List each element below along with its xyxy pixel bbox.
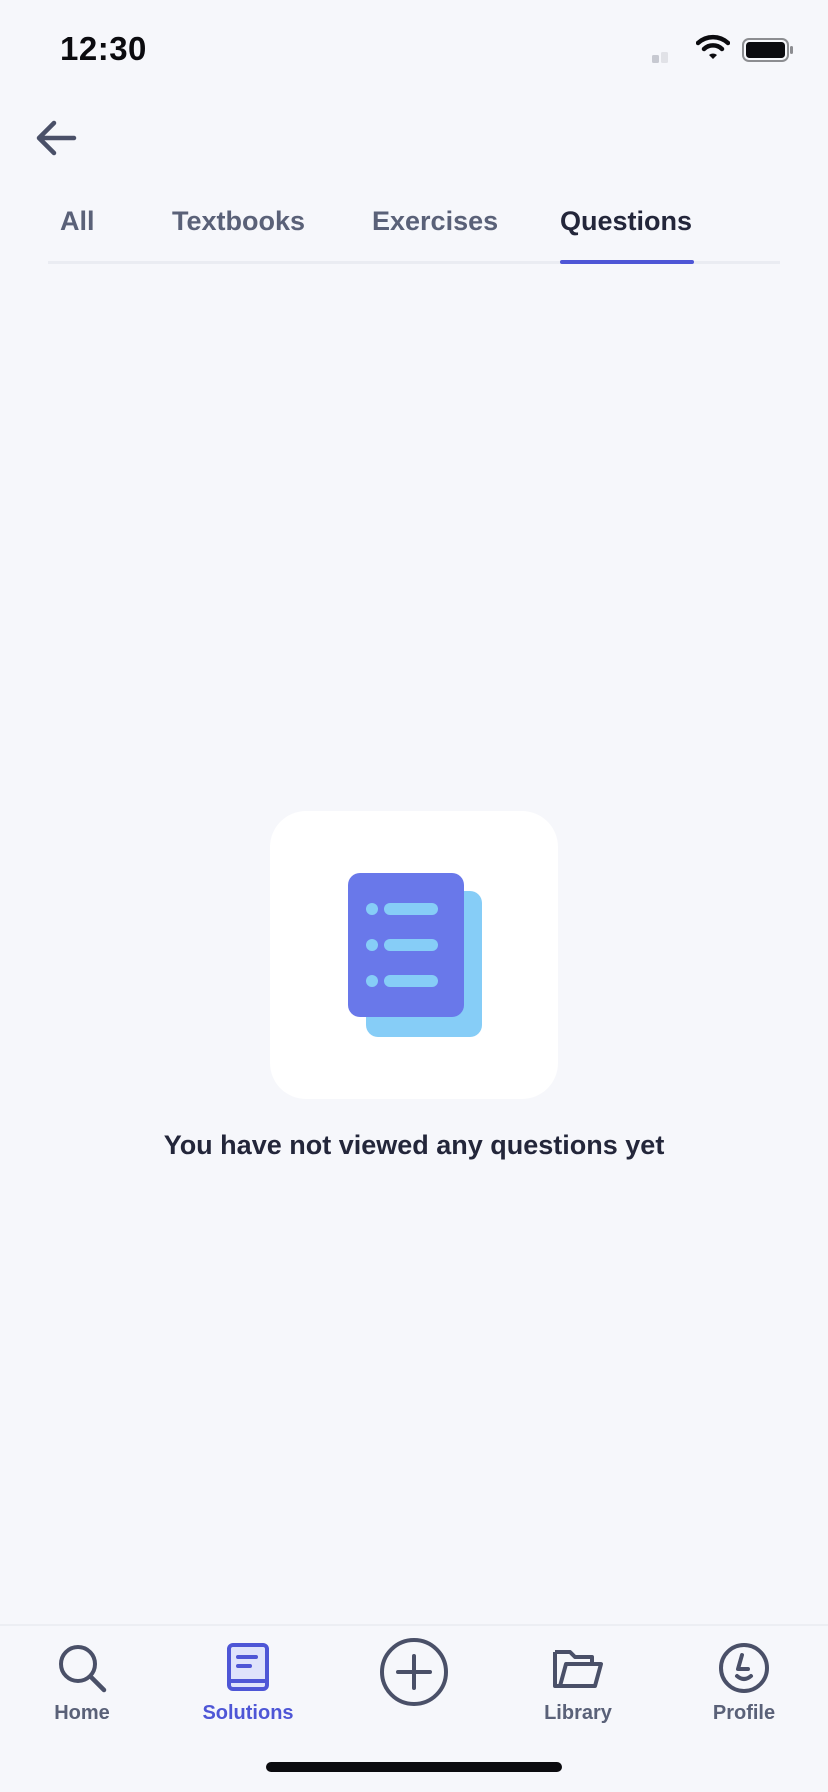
list-line	[384, 939, 438, 951]
nav-profile-label: Profile	[712, 1702, 776, 1724]
empty-state-card	[270, 811, 558, 1099]
tab-bar: All Textbooks Exercises Questions	[48, 196, 780, 264]
battery-icon	[742, 38, 794, 67]
document-front-sheet	[348, 873, 464, 1017]
status-time: 12:30	[60, 30, 147, 67]
list-bullet	[366, 975, 378, 987]
nav-library[interactable]: Library	[508, 1640, 648, 1750]
nav-home[interactable]: Home	[12, 1640, 152, 1750]
status-bar: 12:30	[0, 0, 828, 100]
list-bullet	[366, 939, 378, 951]
tab-questions[interactable]: Questions	[560, 206, 692, 237]
arrow-left-icon	[36, 120, 77, 156]
back-button[interactable]	[30, 112, 86, 164]
signal-icon	[652, 50, 682, 68]
search-icon	[59, 1645, 107, 1693]
solutions-book-icon	[227, 1643, 269, 1691]
list-line	[384, 903, 438, 915]
nav-profile[interactable]: Profile	[674, 1640, 814, 1750]
active-tab-indicator	[560, 260, 694, 264]
nav-add-button[interactable]	[344, 1636, 484, 1746]
nav-solutions-label: Solutions	[202, 1702, 294, 1724]
tab-exercises[interactable]: Exercises	[372, 206, 498, 237]
screen: 12:30 All Textbooks Exercises Questions …	[0, 0, 828, 1792]
tab-textbooks[interactable]: Textbooks	[172, 206, 305, 237]
nav-home-label: Home	[54, 1702, 110, 1724]
add-icon	[380, 1638, 448, 1706]
list-bullet	[366, 903, 378, 915]
nav-solutions[interactable]: Solutions	[178, 1640, 318, 1750]
tab-all[interactable]: All	[60, 206, 95, 237]
list-line	[384, 975, 438, 987]
wifi-icon	[695, 34, 731, 65]
folder-icon	[553, 1650, 603, 1688]
profile-icon	[719, 1643, 769, 1693]
home-indicator	[266, 1762, 562, 1772]
nav-library-label: Library	[544, 1702, 612, 1724]
empty-state-message: You have not viewed any questions yet	[163, 1130, 665, 1160]
